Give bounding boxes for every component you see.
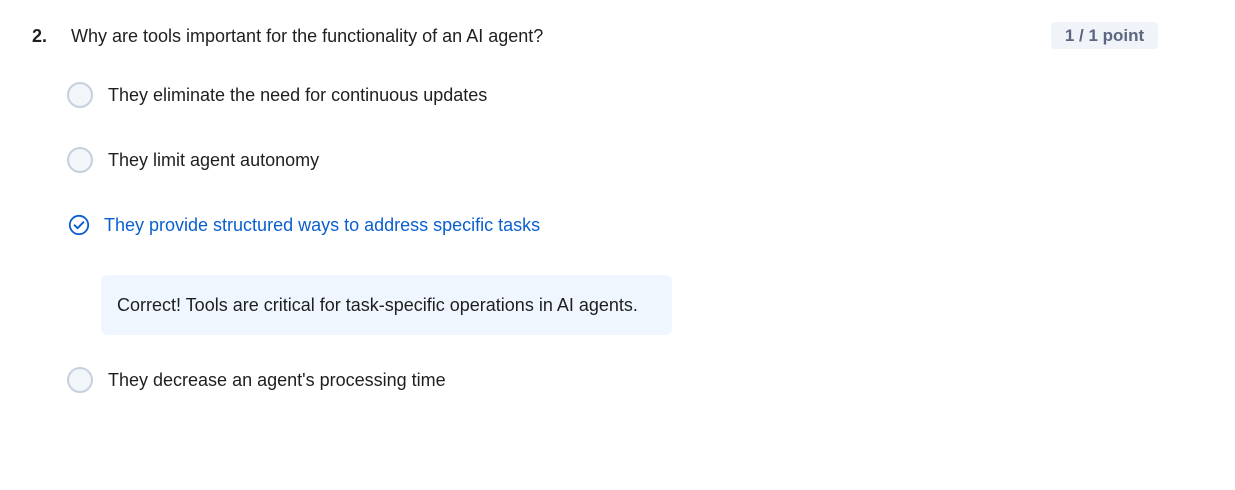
option-2[interactable]: They limit agent autonomy: [67, 145, 319, 175]
radio-empty-icon[interactable]: [67, 367, 93, 393]
feedback-text: Correct! Tools are critical for task-spe…: [117, 294, 638, 315]
option-1[interactable]: They eliminate the need for continuous u…: [67, 80, 487, 110]
option-label: They decrease an agent's processing time: [108, 370, 446, 390]
quiz-question: 2. Why are tools important for the funct…: [0, 0, 1235, 490]
feedback-box: Correct! Tools are critical for task-spe…: [101, 275, 672, 335]
question-text: Why are tools important for the function…: [71, 26, 544, 46]
score-badge: 1 / 1 point: [1051, 22, 1158, 49]
radio-empty-icon[interactable]: [67, 147, 93, 173]
option-label: They eliminate the need for continuous u…: [108, 85, 488, 105]
option-4[interactable]: They decrease an agent's processing time: [67, 365, 446, 395]
option-label: They provide structured ways to address …: [104, 215, 541, 235]
option-label: They limit agent autonomy: [108, 150, 320, 170]
check-circle-icon[interactable]: [67, 213, 91, 237]
question-number: 2.: [32, 26, 48, 46]
radio-empty-icon[interactable]: [67, 82, 93, 108]
option-3-selected[interactable]: They provide structured ways to address …: [67, 210, 540, 240]
